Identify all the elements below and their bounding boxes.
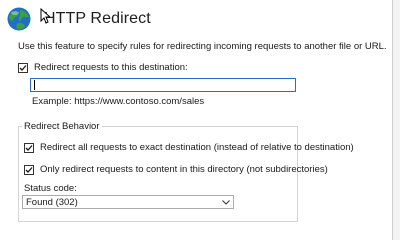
only-directory-checkbox[interactable] bbox=[24, 164, 34, 175]
status-code-value: Found (302) bbox=[26, 196, 78, 208]
only-directory-row[interactable]: Only redirect requests to content in thi… bbox=[24, 164, 328, 175]
redirect-destination-label: Redirect requests to this destination: bbox=[34, 62, 188, 73]
chevron-down-icon[interactable] bbox=[219, 196, 233, 208]
text-caret bbox=[34, 80, 35, 90]
status-code-label: Status code: bbox=[24, 183, 77, 194]
mouse-cursor-icon bbox=[40, 8, 50, 24]
only-directory-label: Only redirect requests to content in thi… bbox=[40, 164, 328, 175]
redirect-destination-row[interactable]: Redirect requests to this destination: bbox=[18, 62, 188, 73]
checkmark-icon bbox=[25, 166, 33, 173]
checkmark-icon bbox=[25, 144, 33, 151]
redirect-behavior-label: Redirect Behavior bbox=[22, 121, 102, 132]
feature-panel: HTTP Redirect Use this feature to specif… bbox=[0, 0, 393, 240]
page-header: HTTP Redirect bbox=[6, 4, 151, 34]
side-pane-edge bbox=[393, 0, 400, 240]
destination-input[interactable] bbox=[30, 78, 296, 92]
feature-description: Use this feature to specify rules for re… bbox=[18, 41, 387, 52]
exact-destination-checkbox[interactable] bbox=[24, 142, 34, 153]
redirect-destination-checkbox[interactable] bbox=[18, 62, 28, 73]
checkmark-icon bbox=[19, 64, 27, 71]
exact-destination-row[interactable]: Redirect all requests to exact destinati… bbox=[24, 142, 354, 153]
exact-destination-label: Redirect all requests to exact destinati… bbox=[40, 142, 354, 153]
status-code-select[interactable]: Found (302) bbox=[22, 195, 234, 209]
globe-icon bbox=[7, 7, 31, 31]
page-title: HTTP Redirect bbox=[44, 10, 151, 27]
example-hint: Example: https://www.contoso.com/sales bbox=[32, 96, 205, 107]
